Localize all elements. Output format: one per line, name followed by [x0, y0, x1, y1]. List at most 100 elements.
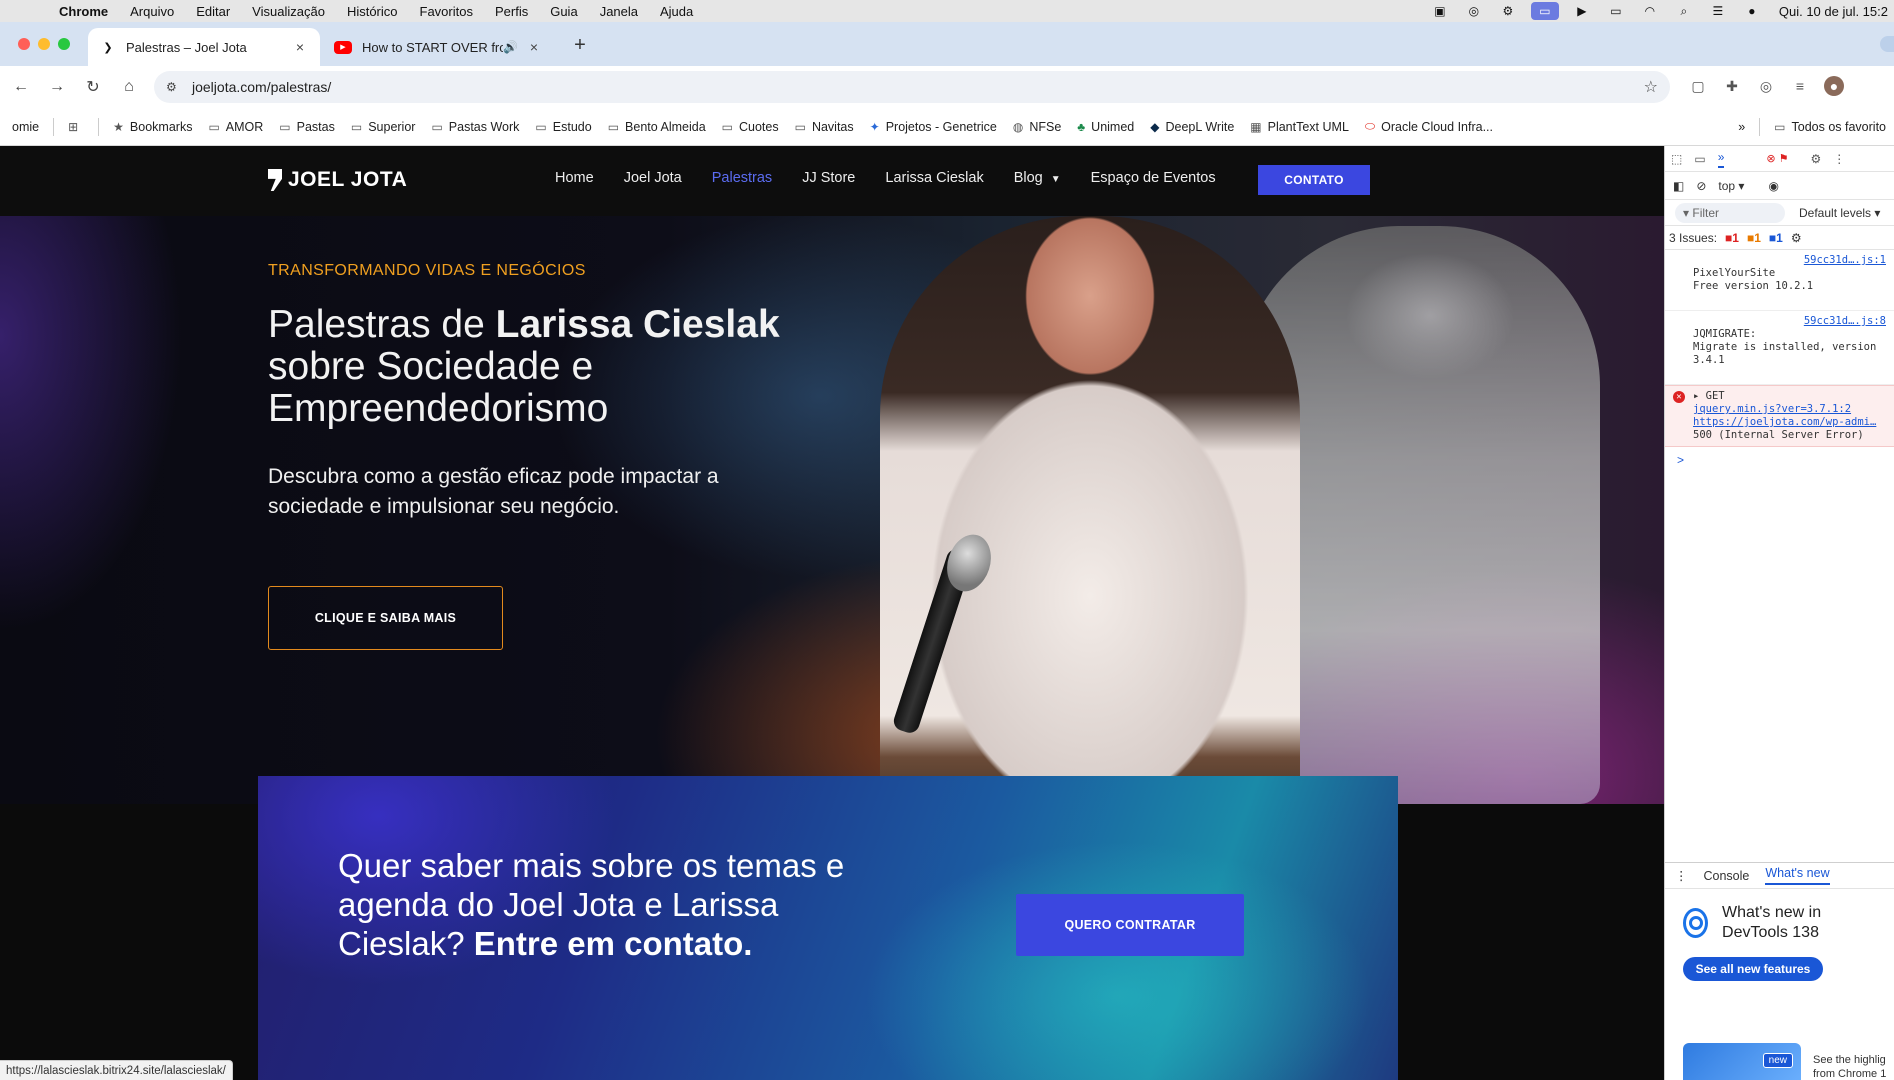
minimize-window-button[interactable] [38, 38, 50, 50]
sidebar-toggle-icon[interactable]: ◧ [1673, 179, 1684, 193]
siri-icon[interactable]: ● [1741, 4, 1763, 18]
bookmark-folder-amor[interactable]: ▭ AMOR [200, 120, 271, 134]
nav-home[interactable]: Home [555, 170, 594, 186]
tab-youtube-video[interactable]: ▶ How to START OVER from 🔊 × [322, 28, 554, 66]
menu-arquivo[interactable]: Arquivo [119, 4, 185, 19]
error-method[interactable]: ▸ GET [1693, 390, 1725, 402]
menu-chrome[interactable]: Chrome [48, 4, 119, 19]
close-tab-icon[interactable]: × [292, 39, 308, 55]
kebab-menu-icon[interactable]: ⋮ [1833, 152, 1845, 166]
nav-palestras[interactable]: Palestras [712, 170, 772, 186]
bookmark-planttext-uml[interactable]: ▦ PlantText UML [1242, 120, 1357, 134]
bookmark-oracle-cloud[interactable]: ⬭ Oracle Cloud Infra... [1357, 119, 1501, 134]
wifi-icon[interactable]: ◠ [1639, 4, 1661, 18]
bookmark-omie[interactable]: omie [0, 120, 47, 134]
settings-gear-icon[interactable]: ⚙ [1811, 152, 1822, 166]
bookmark-star-icon[interactable]: ☆ [1644, 77, 1658, 97]
context-selector[interactable]: top ▾ [1718, 179, 1744, 193]
bookmark-folder-bento-almeida[interactable]: ▭ Bento Almeida [600, 120, 714, 134]
audio-playing-icon[interactable]: 🔊 [503, 40, 518, 54]
bookmark-unimed[interactable]: ♣ Unimed [1069, 120, 1142, 134]
menu-perfis[interactable]: Perfis [484, 4, 539, 19]
log-source-link[interactable]: 59cc31d….js:8 [1804, 315, 1886, 328]
extension-icon[interactable]: ◎ [1756, 76, 1776, 96]
joel-jota-logo[interactable]: JOEL JOTA [268, 168, 407, 192]
reading-list-icon[interactable]: ≡ [1790, 76, 1810, 96]
error-source-link[interactable]: jquery.min.js?ver=3.7.1:2 [1693, 403, 1888, 416]
menu-bar-clock[interactable]: Qui. 10 de jul. 15:2 [1769, 4, 1894, 19]
console-filter-input[interactable]: ▾ Filter [1675, 202, 1785, 223]
tab-whats-new[interactable]: What's new [1765, 866, 1830, 885]
error-count-icon[interactable]: ⊗ ⚑ [1766, 152, 1788, 165]
zoom-window-button[interactable] [58, 38, 70, 50]
control-center-icon[interactable]: ☰ [1707, 4, 1729, 18]
clique-e-saiba-mais-button[interactable]: CLIQUE E SAIBA MAIS [268, 586, 503, 650]
profile-avatar-icon[interactable]: ● [1824, 76, 1844, 96]
screen-share-icon[interactable]: ▭ [1530, 2, 1559, 20]
live-expression-eye-icon[interactable]: ◉ [1768, 179, 1778, 193]
bookmark-projetos-genetrice[interactable]: ✦ Projetos - Genetrice [862, 120, 1005, 134]
menu-janela[interactable]: Janela [589, 4, 649, 19]
home-button[interactable]: ⌂ [114, 78, 144, 96]
all-bookmarks-folder[interactable]: ▭ Todos os favorito [1766, 120, 1894, 134]
extension-icon[interactable]: ▢ [1688, 76, 1708, 96]
issue-error-badge[interactable]: ■1 [1725, 231, 1739, 245]
log-source-link[interactable]: 59cc31d….js:1 [1804, 254, 1886, 267]
clear-console-icon[interactable]: ⊘ [1696, 179, 1706, 193]
new-tab-button[interactable]: + [568, 34, 592, 57]
issue-warning-badge[interactable]: ■1 [1747, 231, 1761, 245]
log-levels-dropdown[interactable]: Default levels ▾ [1799, 206, 1880, 220]
error-request-url[interactable]: https://joeljota.com/wp-admi… [1693, 416, 1888, 429]
address-bar-url[interactable]: joeljota.com/palestras/ [192, 79, 1644, 95]
nav-joel-jota[interactable]: Joel Jota [624, 170, 682, 186]
menu-visualizacao[interactable]: Visualização [241, 4, 336, 19]
bookmark-nfse[interactable]: ◍ NFSe [1005, 120, 1069, 134]
reload-button[interactable]: ↻ [78, 77, 108, 97]
address-bar[interactable]: ⚙ joeljota.com/palestras/ ☆ [154, 71, 1670, 103]
sync-icon[interactable]: ◎ [1463, 4, 1485, 18]
drawer-menu-icon[interactable]: ⋮ [1675, 868, 1688, 883]
see-all-new-features-button[interactable]: See all new features [1683, 957, 1823, 981]
nav-espaco-de-eventos[interactable]: Espaço de Eventos [1091, 170, 1216, 186]
menu-historico[interactable]: Histórico [336, 4, 409, 19]
issue-info-badge[interactable]: ■1 [1769, 231, 1783, 245]
tab-console[interactable]: Console [1704, 869, 1750, 883]
contato-button[interactable]: CONTATO [1258, 165, 1370, 195]
back-button[interactable]: ← [6, 78, 36, 96]
console-prompt[interactable]: > [1665, 447, 1894, 473]
tab-palestras[interactable]: ❯ Palestras – Joel Jota × [88, 28, 320, 66]
puzzle-extensions-icon[interactable]: ✚ [1722, 76, 1742, 96]
bookmark-deepl-write[interactable]: ◆ DeepL Write [1142, 120, 1242, 134]
forward-button[interactable]: → [42, 78, 72, 96]
gear-status-icon[interactable]: ⚙ [1497, 4, 1519, 18]
notes-icon[interactable]: ▣ [1429, 4, 1451, 18]
battery-icon[interactable]: ▭ [1605, 4, 1627, 18]
device-toolbar-icon[interactable]: ▭ [1694, 152, 1705, 166]
bookmark-folder-estudo[interactable]: ▭ Estudo [527, 120, 599, 134]
nav-blog[interactable]: Blog ▼ [1014, 170, 1061, 186]
bookmark-folder-cuotes[interactable]: ▭ Cuotes [714, 120, 787, 134]
tab-search-icon[interactable] [1880, 36, 1894, 52]
bookmark-bookmarks[interactable]: ★ Bookmarks [105, 120, 200, 134]
play-icon[interactable]: ▶ [1571, 4, 1593, 18]
bookmark-folder-navitas[interactable]: ▭ Navitas [787, 120, 862, 134]
menu-editar[interactable]: Editar [185, 4, 241, 19]
quero-contratar-button[interactable]: QUERO CONTRATAR [1016, 894, 1244, 956]
nav-jj-store[interactable]: JJ Store [802, 170, 855, 186]
close-window-button[interactable] [18, 38, 30, 50]
bookmark-folder-pastas[interactable]: ▭ Pastas [271, 120, 343, 134]
inspect-element-icon[interactable]: ⬚ [1671, 152, 1682, 166]
menu-guia[interactable]: Guia [539, 4, 588, 19]
close-tab-icon[interactable]: × [526, 39, 542, 55]
site-settings-icon[interactable]: ⚙ [166, 80, 182, 94]
nav-larissa-cieslak[interactable]: Larissa Cieslak [885, 170, 983, 186]
menu-favoritos[interactable]: Favoritos [409, 4, 484, 19]
apps-grid-button[interactable]: ⊞ [60, 120, 92, 134]
bookmark-folder-superior[interactable]: ▭ Superior [343, 120, 424, 134]
bookmark-folder-pastas-work[interactable]: ▭ Pastas Work [423, 120, 527, 134]
menu-ajuda[interactable]: Ajuda [649, 4, 704, 19]
more-panels-icon[interactable]: » [1717, 150, 1725, 168]
whats-new-card-image[interactable]: new [1683, 1043, 1801, 1080]
issues-settings-icon[interactable]: ⚙ [1791, 231, 1802, 245]
bookmarks-overflow-button[interactable]: » [1730, 120, 1753, 134]
